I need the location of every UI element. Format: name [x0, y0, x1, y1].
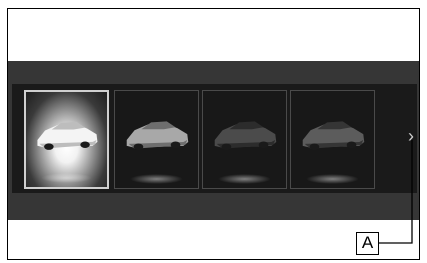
car-thumbnail[interactable]	[114, 90, 199, 189]
callout-label: A	[356, 232, 379, 255]
car-icon	[126, 121, 189, 151]
car-thumbnail[interactable]	[24, 90, 109, 189]
car-icon	[302, 121, 365, 151]
car-icon	[214, 121, 277, 151]
car-thumbnail[interactable]	[202, 90, 287, 189]
next-arrow-button[interactable]: ›	[404, 127, 418, 145]
chevron-right-icon: ›	[408, 126, 414, 146]
car-icon	[37, 121, 98, 150]
car-thumbnail[interactable]	[290, 90, 375, 189]
